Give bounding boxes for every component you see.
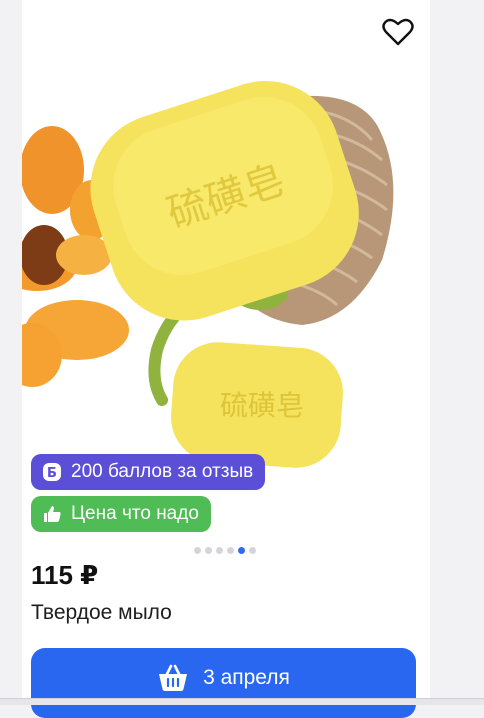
product-price: 115 ₽ — [31, 560, 99, 590]
gallery-dot[interactable] — [249, 547, 256, 554]
product-card[interactable]: 硫磺皂 硫磺皂 Б 200 баллов за отзыв Цена что н… — [22, 0, 430, 718]
bonus-badge-label: 200 баллов за отзыв — [71, 461, 254, 482]
gallery-dot-active[interactable] — [238, 547, 245, 554]
delivery-button-label: 3 апреля — [203, 666, 290, 689]
price-badge: Цена что надо — [31, 496, 211, 532]
small-soap-bar: 硫磺皂 — [171, 342, 343, 468]
product-title[interactable]: Твердое мыло — [31, 601, 172, 625]
gallery-dot[interactable] — [205, 547, 212, 554]
soap-engraving-small: 硫磺皂 — [220, 389, 304, 422]
gallery-dots — [194, 547, 256, 554]
price-badge-label: Цена что надо — [71, 503, 199, 524]
gallery-dot[interactable] — [227, 547, 234, 554]
basket-icon — [159, 664, 188, 691]
bonus-icon: Б — [41, 461, 63, 483]
heart-icon — [382, 18, 414, 46]
favorite-button[interactable] — [380, 14, 416, 50]
svg-text:Б: Б — [47, 466, 57, 481]
bonus-badge: Б 200 баллов за отзыв — [31, 454, 266, 490]
gallery-dot[interactable] — [216, 547, 223, 554]
delivery-button[interactable]: 3 апреля — [31, 648, 416, 718]
gallery-dot[interactable] — [194, 547, 201, 554]
thumbs-up-icon — [41, 503, 63, 525]
